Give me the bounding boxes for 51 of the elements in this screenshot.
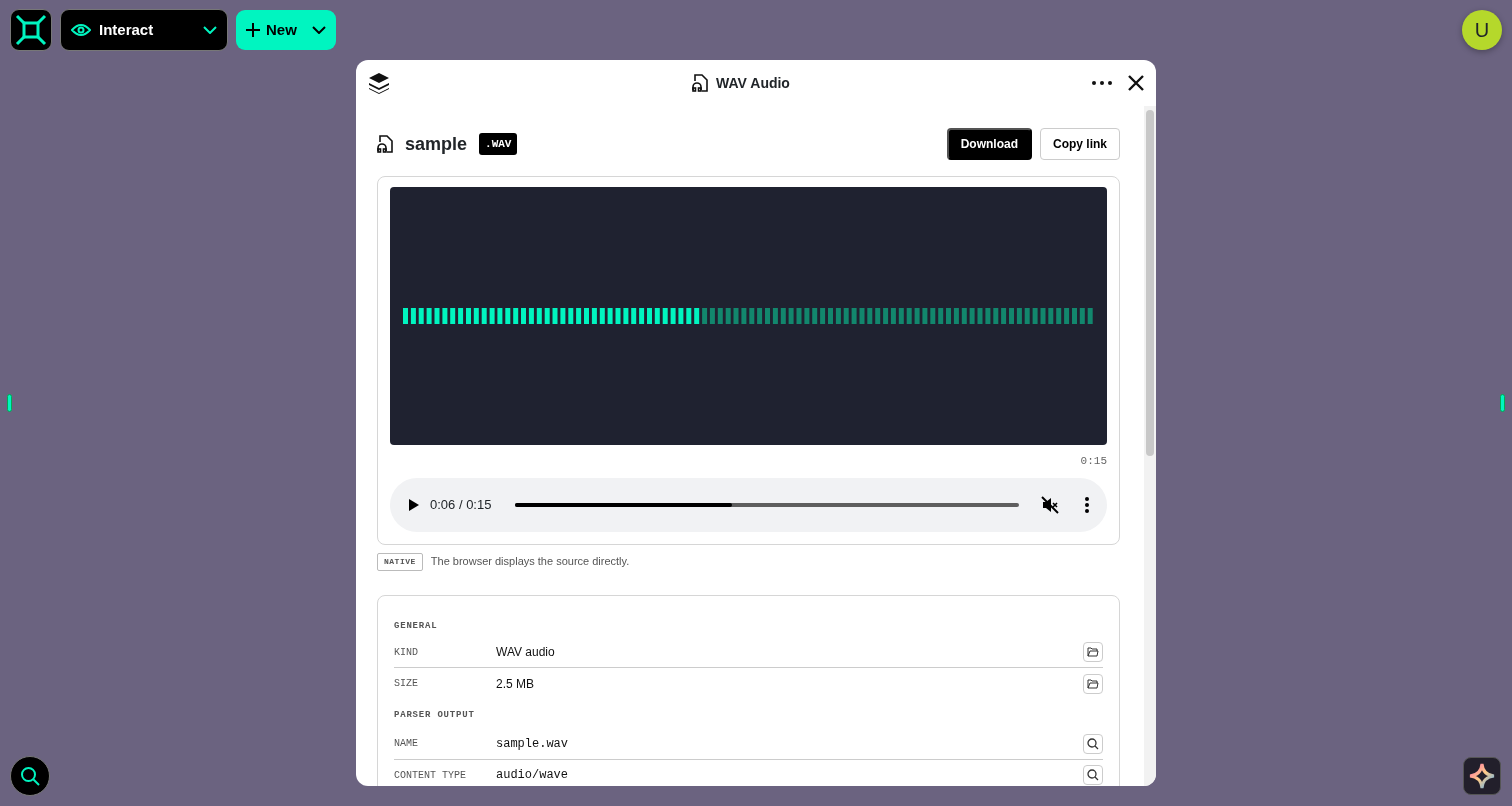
audio-file-icon	[692, 74, 709, 92]
layers-icon[interactable]	[368, 72, 390, 94]
field-label: SIZE	[394, 677, 419, 691]
scrollbar[interactable]	[1146, 110, 1154, 456]
download-button[interactable]: Download	[946, 128, 1032, 160]
assistant-button[interactable]	[1463, 757, 1501, 795]
field-value: audio/wave	[496, 767, 569, 784]
eye-icon	[71, 23, 91, 37]
search-icon	[1087, 769, 1099, 781]
play-icon[interactable]	[408, 497, 420, 512]
folder-icon	[1087, 678, 1099, 689]
search-button[interactable]	[1083, 733, 1103, 754]
search-icon	[1087, 737, 1099, 750]
mode-dropdown[interactable]: Interact	[60, 9, 228, 51]
renderer-note: The browser displays the source directly.	[430, 554, 630, 570]
sparkle-icon	[1469, 763, 1495, 789]
open-folder-button[interactable]	[1083, 642, 1103, 662]
search-button[interactable]	[1083, 765, 1103, 785]
field-label: KIND	[394, 645, 419, 660]
resize-handle[interactable]	[1500, 394, 1505, 412]
muted-speaker-icon[interactable]	[1041, 495, 1059, 514]
chevron-down-icon	[312, 26, 326, 34]
renderer-tag: NATIVE	[377, 552, 423, 571]
more-icon[interactable]	[1092, 81, 1112, 85]
user-avatar[interactable]: U	[1462, 10, 1502, 50]
open-folder-button[interactable]	[1083, 673, 1103, 694]
plus-icon	[246, 23, 260, 37]
folder-icon	[1087, 647, 1099, 657]
dialog-title: WAV Audio	[716, 73, 790, 93]
playback-time: 0:06 / 0:15	[430, 495, 492, 514]
new-button[interactable]: New	[236, 10, 336, 50]
close-icon[interactable]	[1128, 75, 1144, 91]
field-value: 2.5 MB	[496, 675, 535, 693]
field-value: WAV audio	[496, 644, 556, 661]
app-logo-icon[interactable]	[10, 9, 52, 51]
seek-bar[interactable]	[515, 502, 1019, 507]
audio-file-icon	[377, 135, 393, 153]
search-button[interactable]	[10, 756, 50, 796]
section-heading: GENERAL	[394, 619, 439, 633]
duration-label: 0:15	[1079, 454, 1107, 469]
field-label: CONTENT TYPE	[394, 768, 467, 783]
search-icon	[20, 766, 40, 786]
file-name: sample	[405, 132, 468, 156]
section-heading: PARSER OUTPUT	[394, 709, 476, 722]
resize-handle[interactable]	[7, 394, 12, 412]
field-label: NAME	[394, 737, 419, 751]
field-value: sample.wav	[496, 735, 569, 753]
extension-tag: .WAV	[479, 132, 518, 156]
more-vertical-icon[interactable]	[1085, 496, 1089, 513]
chevron-down-icon	[203, 26, 217, 34]
copy-link-button[interactable]: Copy link	[1040, 128, 1120, 160]
